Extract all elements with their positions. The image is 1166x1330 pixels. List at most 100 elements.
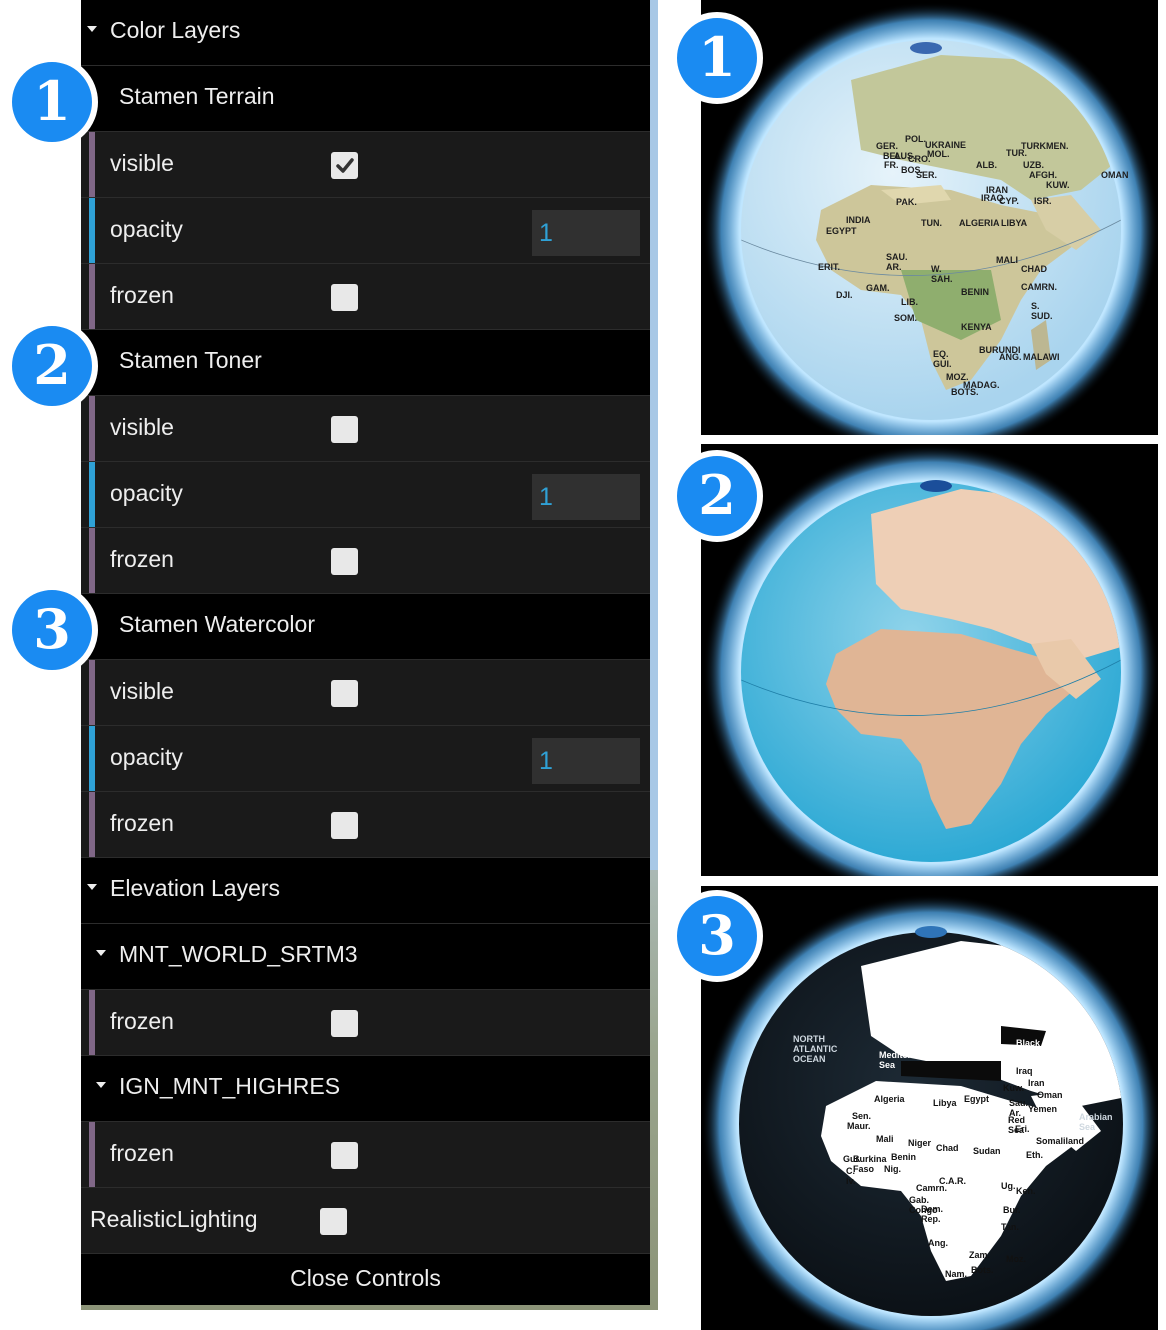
globe-toner-image — [701, 894, 1158, 1330]
map-label: Oman — [1037, 1090, 1063, 1100]
control-frozen: frozen — [81, 1122, 650, 1188]
layer-header-watercolor[interactable]: Stamen Watercolor — [81, 594, 650, 660]
frozen-checkbox[interactable] — [331, 1142, 358, 1169]
map-label: W. SAH. — [931, 264, 953, 284]
opacity-label: opacity — [110, 216, 183, 242]
frozen-checkbox[interactable] — [331, 812, 358, 839]
control-frozen: frozen — [81, 528, 650, 594]
opacity-input[interactable]: 1 — [532, 738, 640, 784]
map-label: Nam. — [945, 1269, 968, 1279]
folder-title-label: MNT_WORLD_SRTM3 — [119, 941, 358, 967]
folder-title-label: Elevation Layers — [110, 875, 281, 901]
map-label: Niger — [908, 1138, 932, 1148]
map-label: EGYPT — [826, 226, 857, 236]
map-label: Bur. — [1003, 1205, 1021, 1215]
folder-ign-mnt[interactable]: IGN_MNT_HIGHRES — [81, 1056, 650, 1122]
control-opacity: opacity 1 — [81, 198, 650, 264]
layer-header-toner[interactable]: Stamen Toner — [81, 330, 650, 396]
badge-3: 3 — [671, 890, 763, 982]
frozen-checkbox[interactable] — [331, 1010, 358, 1037]
map-label: Eri. — [1015, 1124, 1030, 1134]
collapse-arrow-icon — [96, 1082, 106, 1088]
map-label: Somaliland — [1036, 1136, 1085, 1146]
stripe — [89, 198, 95, 263]
folder-color-layers[interactable]: Color Layers — [81, 0, 650, 66]
map-label: LIBYA — [1001, 218, 1028, 228]
control-visible: visible — [81, 132, 650, 198]
folder-srtm3[interactable]: MNT_WORLD_SRTM3 — [81, 924, 650, 990]
map-label: MALAWI — [1023, 352, 1060, 362]
frozen-checkbox[interactable] — [331, 548, 358, 575]
globe-view-terrain[interactable]: POL. UKRAINE GER. BEL. MOL. FR. AUS. CRO. BOS. SE… — [701, 0, 1158, 435]
map-label: POL. — [905, 134, 927, 144]
map-label: BENIN — [961, 287, 990, 297]
layer-name: Stamen Watercolor — [119, 611, 315, 637]
map-label: GER. — [876, 141, 899, 151]
opacity-label: opacity — [110, 480, 183, 506]
map-label: SAU. AR. — [886, 252, 908, 272]
frozen-checkbox[interactable] — [331, 284, 358, 311]
control-visible: visible — [81, 396, 650, 462]
control-frozen: frozen — [81, 792, 650, 858]
map-label: CRO. — [908, 154, 931, 164]
map-label: Mali — [876, 1134, 894, 1144]
visible-label: visible — [110, 678, 174, 704]
map-label: Nig. — [884, 1164, 901, 1174]
map-label: OMAN — [1101, 170, 1129, 180]
stripe — [89, 528, 95, 593]
stripe — [89, 396, 95, 461]
stripe — [89, 990, 95, 1055]
controls-panel: Color Layers Stamen Terrain visible opac… — [81, 0, 650, 1305]
layer-header-terrain[interactable]: Stamen Terrain — [81, 66, 650, 132]
map-label: S. SUD. — [1031, 301, 1053, 321]
control-realistic-lighting: RealisticLighting — [81, 1188, 650, 1254]
map-label: Kuw. — [1003, 1083, 1025, 1093]
visible-label: visible — [110, 414, 174, 440]
map-label: ERIT. — [818, 262, 841, 272]
visible-checkbox[interactable] — [331, 416, 358, 443]
folder-title-label: IGN_MNT_HIGHRES — [119, 1073, 341, 1099]
globe-view-watercolor[interactable] — [701, 444, 1158, 876]
control-frozen: frozen — [81, 264, 650, 330]
globe-view-toner[interactable]: NORTH ATLANTIC OCEAN Black Sea Mediterrane… — [701, 886, 1158, 1330]
collapse-arrow-icon — [87, 884, 97, 890]
globe-watercolor-image — [703, 444, 1158, 876]
map-label: Sudan — [973, 1146, 1001, 1156]
map-label: ALGERIA — [959, 218, 1000, 228]
close-controls-button[interactable]: Close Controls — [81, 1256, 650, 1305]
map-label: Mediterranean Sea — [879, 1050, 941, 1070]
control-opacity: opacity 1 — [81, 726, 650, 792]
visible-checkbox[interactable] — [331, 680, 358, 707]
map-label: LIB. — [901, 297, 918, 307]
control-opacity: opacity 1 — [81, 462, 650, 528]
map-label: INDIA — [846, 215, 871, 225]
folder-elevation-layers[interactable]: Elevation Layers — [81, 858, 650, 924]
map-label: Sen. — [852, 1111, 872, 1121]
stripe — [89, 726, 95, 791]
map-label: NORTH ATLANTIC OCEAN — [793, 1034, 838, 1064]
map-label: Burkina Faso — [853, 1154, 887, 1174]
frozen-label: frozen — [110, 546, 174, 572]
map-label: MALI — [996, 255, 1018, 265]
stripe — [89, 1122, 95, 1187]
map-label: ANG. — [999, 352, 1022, 362]
map-label: C. Iv. — [846, 1166, 856, 1186]
layer-name: Stamen Terrain — [119, 83, 275, 109]
badge-1: 1 — [671, 12, 763, 104]
map-label: KUW. — [1046, 180, 1070, 190]
collapse-arrow-icon — [87, 26, 97, 32]
opacity-input[interactable]: 1 — [532, 474, 640, 520]
map-label: Moz. — [1006, 1254, 1026, 1264]
map-label: Ang. — [928, 1238, 948, 1248]
visible-checkbox[interactable] — [331, 152, 358, 179]
map-label: AFGH. — [1029, 170, 1057, 180]
map-label: GAM. — [866, 283, 890, 293]
realistic-lighting-checkbox[interactable] — [320, 1208, 347, 1235]
map-label: Tan. — [1001, 1222, 1019, 1232]
opacity-input[interactable]: 1 — [532, 210, 640, 256]
checkmark-icon — [335, 157, 354, 173]
map-label: Egypt — [964, 1094, 990, 1104]
map-label: Iraq — [1016, 1066, 1033, 1076]
badge-3: 3 — [6, 584, 98, 676]
frozen-label: frozen — [110, 810, 174, 836]
